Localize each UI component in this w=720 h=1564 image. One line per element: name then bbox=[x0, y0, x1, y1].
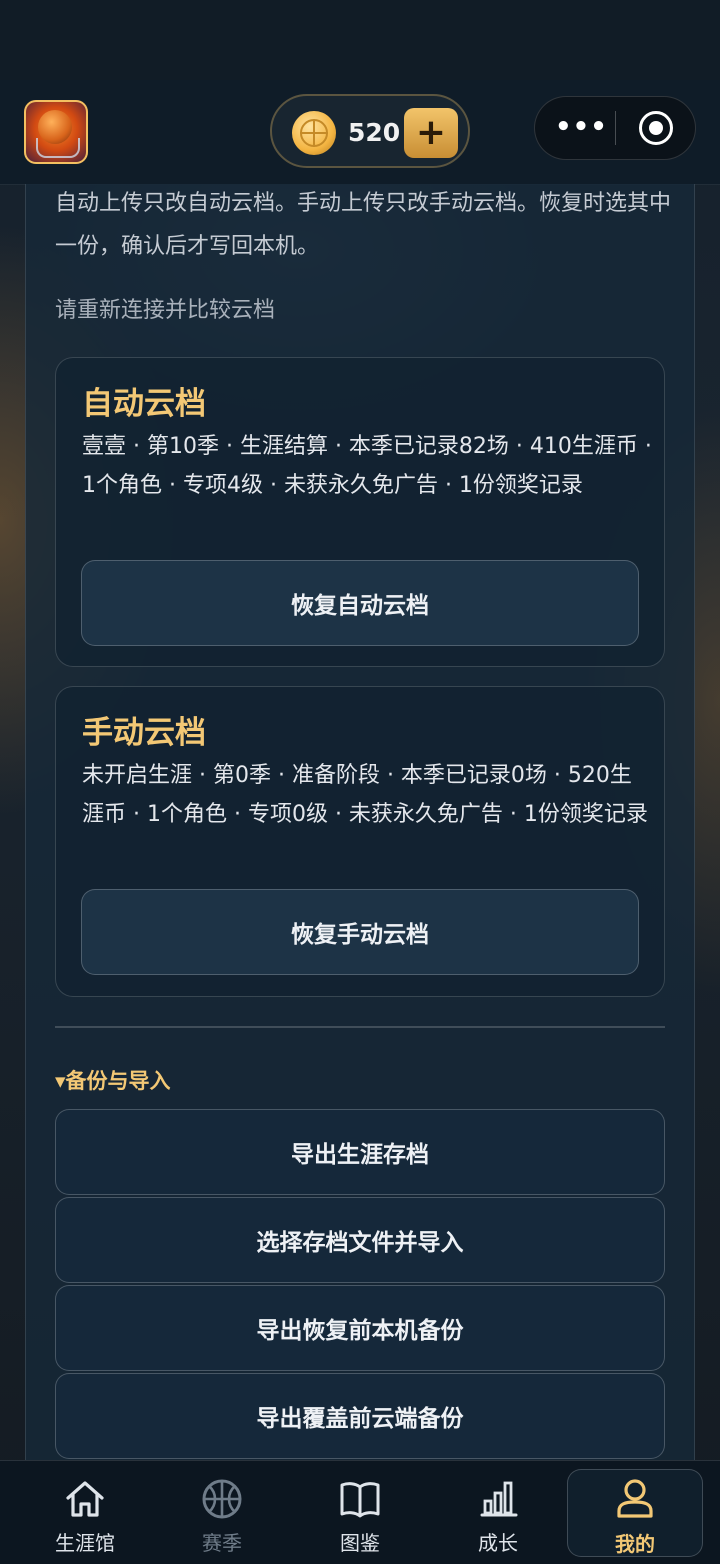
bar-chart-icon bbox=[480, 1481, 518, 1517]
user-icon bbox=[617, 1479, 653, 1518]
tab-career-hall[interactable]: 生涯馆 bbox=[16, 1461, 154, 1564]
backup-section-toggle[interactable]: ▾备份与导入 bbox=[55, 1065, 171, 1095]
auto-cloud-save-title: 自动云档 bbox=[82, 386, 206, 422]
auto-cloud-save-info: 壹壹 · 第10季 · 生涯结算 · 本季已记录82场 · 410生涯币 · 1… bbox=[82, 434, 652, 498]
status-bar bbox=[0, 0, 720, 80]
restore-manual-save-button[interactable]: 恢复手动云档 bbox=[81, 889, 639, 975]
import-save-file-button[interactable]: 选择存档文件并导入 bbox=[55, 1197, 665, 1283]
miniprogram-capsule: ••• bbox=[534, 96, 696, 160]
manual-cloud-save-title: 手动云档 bbox=[82, 715, 206, 751]
close-miniprogram-icon[interactable] bbox=[639, 111, 673, 145]
tab-growth[interactable]: 成长 bbox=[429, 1461, 567, 1564]
tab-mine[interactable]: 我的 bbox=[567, 1469, 703, 1557]
tab-collection[interactable]: 图鉴 bbox=[291, 1461, 429, 1564]
tab-career-hall-label: 生涯馆 bbox=[55, 1531, 115, 1555]
restore-auto-save-button[interactable]: 恢复自动云档 bbox=[81, 560, 639, 646]
manual-cloud-save-card: 手动云档 未开启生涯 · 第0季 · 准备阶段 · 本季已记录0场 · 520生… bbox=[55, 686, 665, 997]
manual-cloud-save-info: 未开启生涯 · 第0季 · 准备阶段 · 本季已记录0场 · 520生涯币 · … bbox=[82, 763, 648, 827]
export-local-backup-button[interactable]: 导出恢复前本机备份 bbox=[55, 1285, 665, 1371]
home-icon bbox=[66, 1481, 104, 1517]
top-bar: 520 + ••• bbox=[0, 80, 720, 185]
export-career-save-button[interactable]: 导出生涯存档 bbox=[55, 1109, 665, 1195]
tab-growth-label: 成长 bbox=[478, 1531, 518, 1555]
reconnect-hint: 请重新连接并比较云档 bbox=[55, 298, 276, 323]
basketball-app-icon[interactable] bbox=[24, 100, 88, 164]
book-icon bbox=[340, 1482, 380, 1518]
tab-season-label: 赛季 bbox=[202, 1531, 242, 1555]
coin-balance-pill[interactable]: 520 + bbox=[270, 94, 470, 168]
basketball-icon bbox=[202, 1479, 242, 1519]
coin-icon bbox=[292, 111, 336, 155]
coin-count: 520 bbox=[348, 118, 401, 147]
capsule-divider bbox=[615, 111, 616, 145]
section-divider bbox=[55, 1026, 665, 1028]
tab-season[interactable]: 赛季 bbox=[153, 1461, 291, 1564]
plus-icon: + bbox=[415, 112, 447, 153]
export-cloud-backup-button[interactable]: 导出覆盖前云端备份 bbox=[55, 1373, 665, 1459]
add-coins-button[interactable]: + bbox=[404, 108, 458, 158]
cloud-save-description: 自动上传只改自动云档。手动上传只改手动云档。恢复时选其中一份，确认后才写回本机。 bbox=[55, 191, 672, 259]
bottom-tab-bar: 生涯馆 赛季 图鉴 成长 我的 bbox=[0, 1460, 720, 1564]
tab-collection-label: 图鉴 bbox=[340, 1531, 380, 1555]
more-dots-icon[interactable]: ••• bbox=[555, 114, 607, 140]
auto-cloud-save-card: 自动云档 壹壹 · 第10季 · 生涯结算 · 本季已记录82场 · 410生涯… bbox=[55, 357, 665, 667]
tab-mine-label: 我的 bbox=[615, 1532, 655, 1556]
